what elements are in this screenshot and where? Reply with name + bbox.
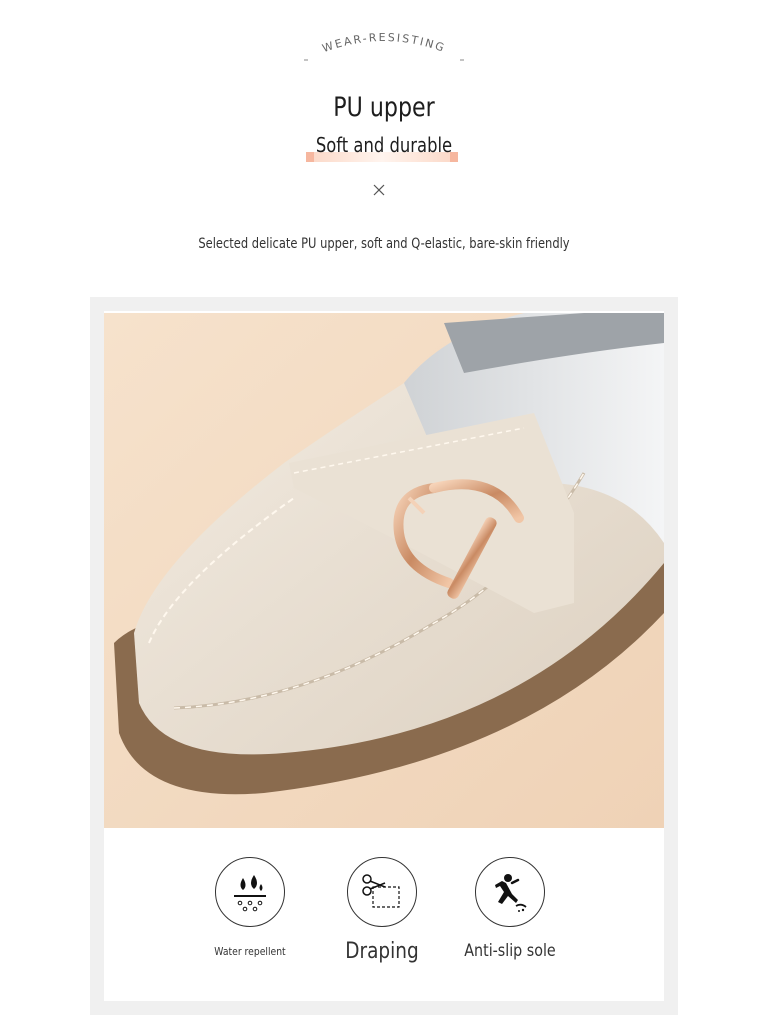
close-icon[interactable]	[372, 183, 386, 197]
feature-water-repellent: Water repellent	[185, 857, 315, 958]
feature-anti-slip: Anti-slip sole	[445, 857, 575, 961]
shoe-photo	[104, 313, 664, 828]
page-title: PU upper	[333, 92, 435, 123]
feature-draping: Draping	[317, 857, 447, 964]
feature-label: Draping	[345, 939, 419, 964]
water-drops-icon	[215, 857, 285, 927]
tagline: WEAR-RESISTING	[284, 22, 484, 72]
tagline-arc: WEAR-RESISTING	[304, 31, 464, 61]
page-subtitle: Soft and durable	[315, 133, 453, 157]
tagline-text: WEAR-RESISTING	[321, 31, 446, 55]
feature-label: Anti-slip sole	[464, 941, 556, 961]
description: Selected delicate PU upper, soft and Q-e…	[198, 236, 570, 252]
slip-person-icon	[475, 857, 545, 927]
product-card-inner: Water repellent Draping Anti-slip sole	[104, 311, 664, 1001]
feature-label: Water repellent	[214, 945, 286, 958]
shoe-illustration	[104, 313, 664, 828]
product-card: Water repellent Draping Anti-slip sole	[90, 297, 678, 1015]
svg-text:WEAR-RESISTING: WEAR-RESISTING	[321, 31, 448, 55]
scissors-icon	[347, 857, 417, 927]
